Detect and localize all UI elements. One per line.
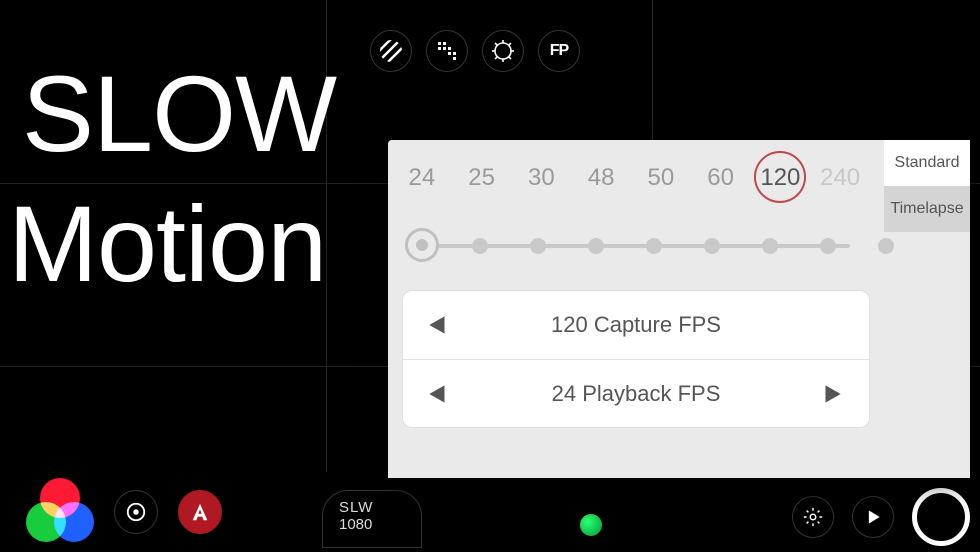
overlay-title-line1: SLOW: [22, 60, 336, 168]
playback-fps-label: 24 Playback FPS: [453, 381, 819, 407]
resolution-label: 1080: [339, 516, 372, 533]
slider-stop[interactable]: [646, 238, 662, 254]
tab-standard[interactable]: Standard: [884, 140, 970, 186]
fps-slider[interactable]: [406, 212, 866, 280]
overlay-title-line2: Motion: [8, 190, 326, 298]
fps-option-50[interactable]: 50: [634, 164, 688, 192]
slider-stop[interactable]: [704, 238, 720, 254]
auto-icon[interactable]: [178, 490, 222, 534]
fps-option-24[interactable]: 24: [395, 164, 449, 192]
slider-stop[interactable]: [820, 238, 836, 254]
level-indicator-icon: [580, 514, 602, 536]
capture-decrease-icon[interactable]: [425, 312, 453, 338]
fps-option-30[interactable]: 30: [514, 164, 568, 192]
zebra-icon[interactable]: [370, 30, 412, 72]
fp-label: FP: [550, 42, 568, 60]
settings-icon[interactable]: [792, 496, 834, 538]
capture-fps-label: 120 Capture FPS: [453, 312, 819, 338]
play-icon[interactable]: [852, 496, 894, 538]
fps-option-25[interactable]: 25: [455, 164, 509, 192]
slider-stop[interactable]: [878, 238, 894, 254]
slider-stop[interactable]: [472, 238, 488, 254]
fps-option-48[interactable]: 48: [574, 164, 628, 192]
slider-handle[interactable]: [405, 228, 439, 262]
slider-stop[interactable]: [588, 238, 604, 254]
fps-panel: 242530485060120240 120 Capture FPS 24 Pl…: [388, 140, 970, 478]
rgb-icon[interactable]: [26, 478, 94, 546]
mode-chip[interactable]: SLW 1080: [322, 490, 422, 548]
focus-peaking-icon[interactable]: [426, 30, 468, 72]
playback-increase-icon[interactable]: [819, 381, 847, 407]
tab-timelapse[interactable]: Timelapse: [884, 186, 970, 232]
slider-stop[interactable]: [762, 238, 778, 254]
fps-options-row: 242530485060120240: [388, 158, 884, 212]
fp-icon[interactable]: FP: [538, 30, 580, 72]
playback-decrease-icon[interactable]: [425, 381, 453, 407]
gear-icon[interactable]: [482, 30, 524, 72]
capture-fps-row: 120 Capture FPS: [403, 291, 869, 359]
mode-label: SLW: [339, 499, 373, 516]
slider-stop[interactable]: [530, 238, 546, 254]
fps-option-120[interactable]: 120: [753, 164, 807, 192]
fps-option-60[interactable]: 60: [694, 164, 748, 192]
record-button[interactable]: [912, 488, 970, 546]
playback-fps-row: 24 Playback FPS: [403, 359, 869, 427]
focus-icon[interactable]: [114, 490, 158, 534]
fps-option-240: 240: [813, 164, 867, 192]
